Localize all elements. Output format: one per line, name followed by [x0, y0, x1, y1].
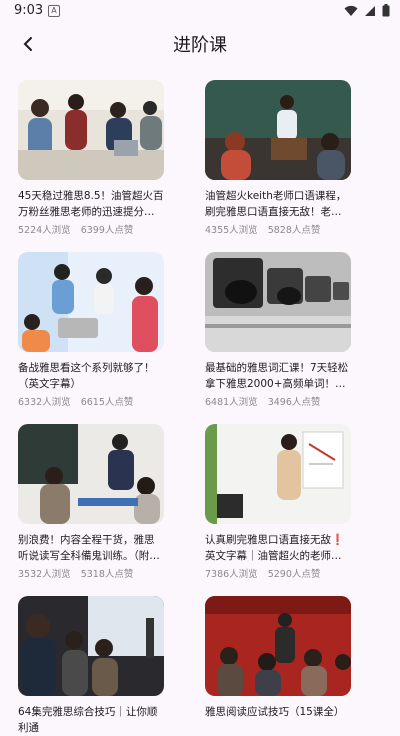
course-title: 备战雅思看这个系列就够了！（英文字幕）: [18, 362, 155, 390]
view-count: 7386人浏览: [205, 569, 258, 580]
course-title: 45天稳过雅思8.5！油管超火百万粉丝雅思老师的迅速提分课程！不看...: [18, 190, 164, 218]
course-card[interactable]: 油管超火keith老师口语课程，刷完雅思口语直接无敌！老师真的超级有趣 4355…: [205, 80, 351, 236]
course-title: 64集完雅思综合技巧｜让你顺利通: [18, 706, 158, 734]
wifi-icon: [344, 5, 358, 16]
signal-icon: [365, 5, 375, 16]
course-thumbnail: [18, 252, 164, 352]
page-title: 进阶课: [173, 35, 227, 56]
view-count: 6481人浏览: [205, 397, 258, 408]
status-icons: [344, 4, 390, 17]
course-thumbnail: [18, 424, 164, 524]
view-count: 5224人浏览: [18, 225, 71, 236]
course-card[interactable]: 别浪费！内容全程干货，雅思听说读写全科備鬼训练。（附配套资料） 3532人浏览 …: [18, 424, 164, 580]
course-card[interactable]: 64集完雅思综合技巧｜让你顺利通: [18, 596, 164, 736]
course-thumbnail: [205, 424, 351, 524]
like-count: 3496人点赞: [267, 397, 321, 408]
course-thumbnail: [18, 596, 164, 696]
course-card[interactable]: 45天稳过雅思8.5！油管超火百万粉丝雅思老师的迅速提分课程！不看... 522…: [18, 80, 164, 236]
course-card[interactable]: 认真刷完雅思口语直接无敌❗英文字幕｜油管超火的老师｜Vocabulary f..…: [205, 424, 351, 580]
course-card[interactable]: 雅思阅读应试技巧（15课全）: [205, 596, 351, 736]
course-thumbnail: [205, 596, 351, 696]
course-thumbnail: [205, 252, 351, 352]
like-count: 5318人点赞: [80, 569, 134, 580]
course-title: 油管超火keith老师口语课程，刷完雅思口语直接无敌！老师真的超级有趣: [205, 190, 347, 218]
like-count: 5290人点赞: [267, 569, 321, 580]
view-count: 6332人浏览: [18, 397, 71, 408]
status-time: 9:03: [14, 3, 44, 18]
course-title: 雅思阅读应试技巧（15课全）: [205, 706, 345, 718]
course-thumbnail: [205, 80, 351, 180]
course-card[interactable]: 备战雅思看这个系列就够了！（英文字幕） 6332人浏览 6615人点赞: [18, 252, 164, 408]
like-count: 5828人点赞: [267, 225, 321, 236]
view-count: 4355人浏览: [205, 225, 258, 236]
course-title: 最基础的雅思词汇课！7天轻松拿下雅思2000+高频单词！一节课一个测试...: [205, 362, 349, 390]
course-thumbnail: [18, 80, 164, 180]
status-bar: 9:03 A: [0, 0, 400, 22]
battery-icon: [382, 4, 390, 17]
course-title: 别浪费！内容全程干货，雅思听说读写全科備鬼训练。（附配套资料）: [18, 534, 160, 562]
app-bar: 进阶课: [0, 22, 400, 66]
view-count: 3532人浏览: [18, 569, 71, 580]
course-card[interactable]: 最基础的雅思词汇课！7天轻松拿下雅思2000+高频单词！一节课一个测试... 6…: [205, 252, 351, 408]
course-title: 认真刷完雅思口语直接无敌❗英文字幕｜油管超火的老师｜Vocabulary f..…: [205, 534, 345, 562]
like-count: 6615人点赞: [80, 397, 134, 408]
notification-icon: A: [48, 5, 60, 17]
like-count: 6399人点赞: [80, 225, 134, 236]
